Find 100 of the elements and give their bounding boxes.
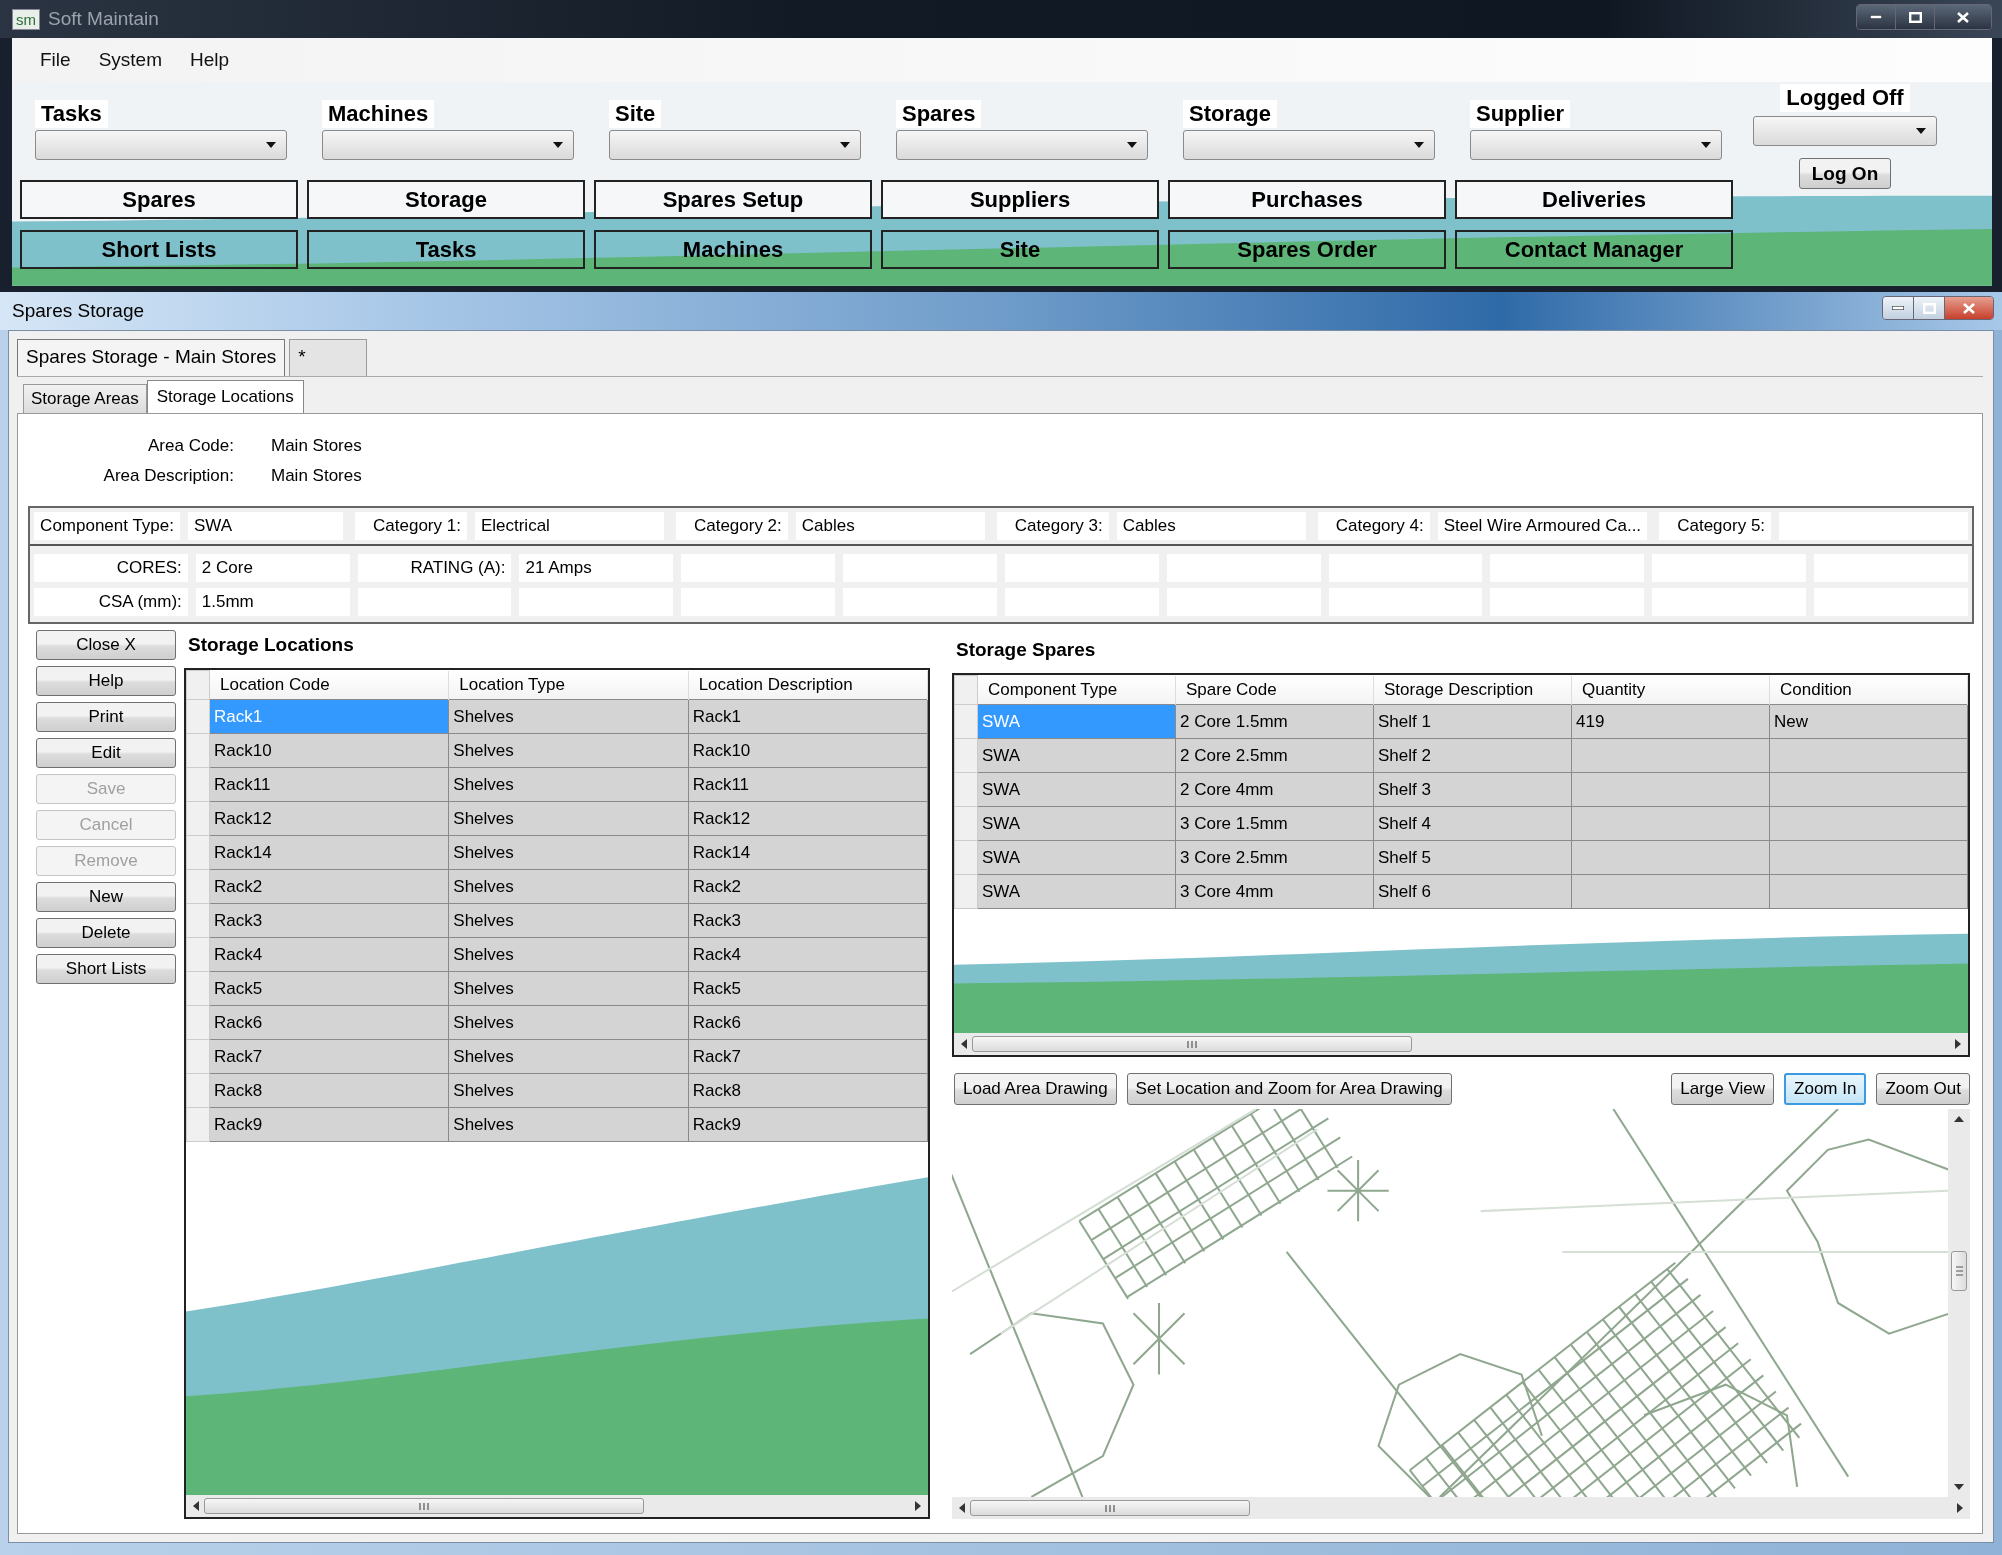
menu-item[interactable]: File	[30, 45, 81, 75]
nav-button[interactable]: Contact Manager	[1455, 230, 1733, 269]
table-cell[interactable]: Rack11	[688, 767, 928, 802]
table-cell[interactable]: Rack4	[209, 937, 449, 972]
dropdown[interactable]	[896, 130, 1148, 160]
row-header[interactable]	[186, 801, 210, 836]
table-cell[interactable]: Rack14	[688, 835, 928, 870]
tab[interactable]: Storage Areas	[23, 384, 147, 413]
column-header[interactable]: Location Description	[688, 670, 928, 700]
table-cell[interactable]: Shelves	[448, 733, 689, 768]
table-cell[interactable]: New	[1769, 704, 1968, 739]
scroll-thumb[interactable]	[204, 1498, 644, 1514]
table-cell[interactable]: 3 Core 1.5mm	[1175, 806, 1374, 841]
row-header[interactable]	[186, 1073, 210, 1108]
table-cell[interactable]: Shelves	[448, 767, 689, 802]
table-cell[interactable]: 2 Core 2.5mm	[1175, 738, 1374, 773]
table-cell[interactable]: Rack14	[209, 835, 449, 870]
table-cell[interactable]: Shelf 2	[1373, 738, 1572, 773]
table-cell[interactable]: Rack6	[209, 1005, 449, 1040]
horizontal-scrollbar[interactable]	[186, 1495, 928, 1517]
table-cell[interactable]: Shelves	[448, 903, 689, 938]
action-button[interactable]: Edit	[36, 738, 176, 768]
nav-button[interactable]: Spares Setup	[594, 180, 872, 219]
nav-button[interactable]: Deliveries	[1455, 180, 1733, 219]
dropdown[interactable]	[1183, 130, 1435, 160]
row-header[interactable]	[186, 733, 210, 768]
table-cell[interactable]: Rack4	[688, 937, 928, 972]
row-header[interactable]	[186, 937, 210, 972]
table-cell[interactable]: Shelves	[448, 1039, 689, 1074]
table-cell[interactable]: Rack5	[688, 971, 928, 1006]
row-header[interactable]	[954, 738, 978, 773]
drawing-button[interactable]: Set Location and Zoom for Area Drawing	[1126, 1073, 1452, 1105]
nav-button[interactable]: Suppliers	[881, 180, 1159, 219]
column-header[interactable]: Spare Code	[1175, 675, 1374, 705]
action-button[interactable]: Print	[36, 702, 176, 732]
scroll-thumb[interactable]	[1951, 1251, 1967, 1291]
action-button[interactable]: Delete	[36, 918, 176, 948]
action-button[interactable]: New	[36, 882, 176, 912]
row-header[interactable]	[954, 874, 978, 909]
table-cell[interactable]: Shelves	[448, 699, 689, 734]
table-cell[interactable]: Shelves	[448, 971, 689, 1006]
table-cell[interactable]: SWA	[977, 772, 1176, 807]
document-tab[interactable]: *	[289, 339, 368, 376]
horizontal-scrollbar[interactable]	[952, 1497, 1970, 1519]
table-cell[interactable]: SWA	[977, 874, 1176, 909]
table-cell[interactable]: 3 Core 4mm	[1175, 874, 1374, 909]
table-cell[interactable]: Rack8	[688, 1073, 928, 1108]
table-cell[interactable]: Shelf 1	[1373, 704, 1572, 739]
table-cell[interactable]: Rack7	[209, 1039, 449, 1074]
table-cell[interactable]: Shelves	[448, 937, 689, 972]
menu-item[interactable]: System	[88, 45, 172, 75]
table-cell[interactable]: 2 Core 1.5mm	[1175, 704, 1374, 739]
table-cell[interactable]: Shelf 4	[1373, 806, 1572, 841]
dropdown[interactable]	[1753, 116, 1937, 146]
table-cell[interactable]: SWA	[977, 738, 1176, 773]
row-header[interactable]	[186, 835, 210, 870]
table-cell[interactable]: Rack3	[688, 903, 928, 938]
scroll-thumb[interactable]	[970, 1500, 1250, 1516]
table-cell[interactable]: Rack1	[688, 699, 928, 734]
nav-button[interactable]: Machines	[594, 230, 872, 269]
table-cell[interactable]: SWA	[977, 840, 1176, 875]
nav-button[interactable]: Site	[881, 230, 1159, 269]
table-cell[interactable]: Shelves	[448, 869, 689, 904]
table-cell[interactable]: Rack9	[688, 1107, 928, 1142]
close-button[interactable]	[1944, 297, 1993, 319]
row-header[interactable]	[954, 840, 978, 875]
drawing-button[interactable]: Load Area Drawing	[954, 1073, 1117, 1105]
drawing-button[interactable]: Zoom Out	[1876, 1073, 1970, 1105]
table-cell[interactable]: 2 Core 4mm	[1175, 772, 1374, 807]
log-on-button[interactable]: Log On	[1799, 158, 1891, 189]
scroll-thumb[interactable]	[972, 1036, 1412, 1052]
table-cell[interactable]: Shelf 3	[1373, 772, 1572, 807]
action-button[interactable]: Short Lists	[36, 954, 176, 984]
table-cell[interactable]: Rack2	[688, 869, 928, 904]
row-header[interactable]	[186, 903, 210, 938]
table-cell[interactable]: Shelf 6	[1373, 874, 1572, 909]
drawing-button[interactable]: Zoom In	[1784, 1073, 1867, 1105]
table-cell[interactable]: 419	[1571, 704, 1770, 739]
row-header[interactable]	[186, 767, 210, 802]
row-header[interactable]	[186, 869, 210, 904]
table-cell[interactable]: Rack5	[209, 971, 449, 1006]
column-header[interactable]: Component Type	[977, 675, 1176, 705]
table-cell[interactable]: Rack7	[688, 1039, 928, 1074]
dropdown[interactable]	[35, 130, 287, 160]
column-header[interactable]: Storage Description	[1373, 675, 1572, 705]
horizontal-scrollbar[interactable]	[954, 1033, 1968, 1055]
document-tab[interactable]: Spares Storage - Main Stores	[17, 339, 286, 376]
maximize-button[interactable]	[1895, 5, 1934, 29]
nav-button[interactable]: Storage	[307, 180, 585, 219]
dropdown[interactable]	[322, 130, 574, 160]
table-cell[interactable]: Shelf 5	[1373, 840, 1572, 875]
table-cell[interactable]: Rack10	[209, 733, 449, 768]
table-cell[interactable]: Rack12	[688, 801, 928, 836]
maximize-button[interactable]	[1913, 297, 1944, 319]
row-header[interactable]	[186, 699, 210, 734]
row-header[interactable]	[186, 1005, 210, 1040]
table-cell[interactable]: Shelves	[448, 801, 689, 836]
table-cell[interactable]: 3 Core 2.5mm	[1175, 840, 1374, 875]
nav-button[interactable]: Tasks	[307, 230, 585, 269]
nav-button[interactable]: Short Lists	[20, 230, 298, 269]
